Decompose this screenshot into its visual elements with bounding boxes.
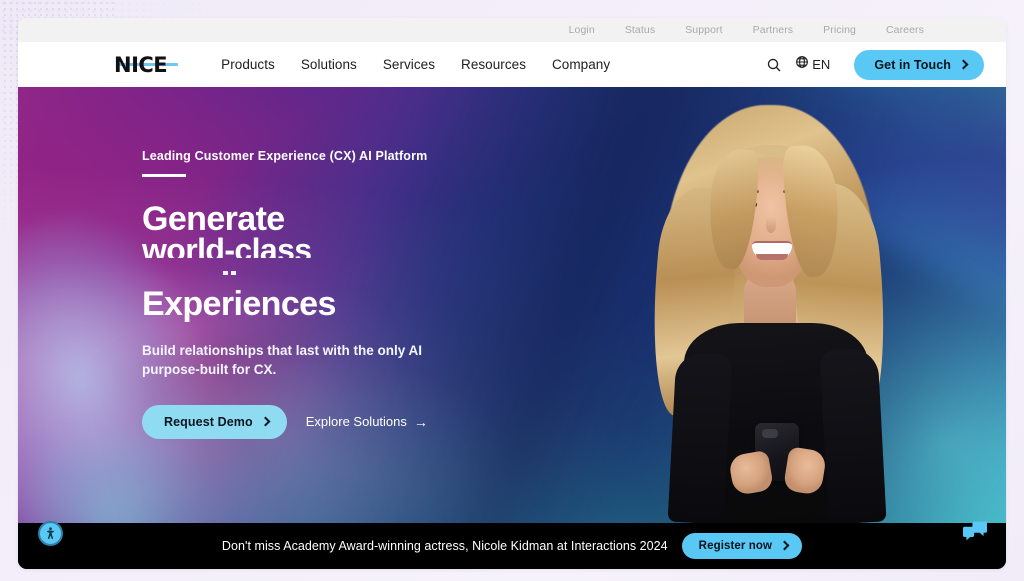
chevron-right-icon	[958, 59, 969, 69]
primary-nav: Products Solutions Services Resources Co…	[221, 57, 610, 72]
hero-eyebrow-rule	[142, 174, 186, 177]
chevron-right-icon	[779, 540, 790, 551]
hero-subhead: Build relationships that last with the o…	[142, 342, 423, 377]
request-demo-label: Request Demo	[164, 414, 253, 429]
request-demo-button[interactable]: Request Demo	[142, 404, 287, 439]
explore-solutions-label: Explore Solutions	[305, 414, 407, 430]
hero-headline: Generate world-class Experiences	[142, 201, 562, 322]
hero-headline-line-2: world-class	[142, 232, 312, 258]
utility-nav-item-login[interactable]: Login	[569, 24, 595, 36]
hero-headline-line-1: Generate	[142, 200, 285, 231]
globe-icon	[795, 55, 809, 74]
nav-item-products[interactable]: Products	[221, 57, 275, 72]
utility-nav-item-status[interactable]: Status	[625, 24, 655, 36]
hero-section: Leading Customer Experience (CX) AI Plat…	[18, 87, 1006, 569]
utility-nav-item-careers[interactable]: Careers	[886, 24, 924, 36]
browser-page: Login Status Support Partners Pricing Ca…	[0, 0, 1024, 581]
site-header: NICE Products Solutions Services Resourc…	[18, 42, 1006, 87]
hero-headline-animation-residue	[142, 258, 562, 284]
chevron-right-icon	[260, 416, 271, 427]
hero-model-image	[610, 87, 940, 569]
utility-nav: Login Status Support Partners Pricing Ca…	[18, 18, 1006, 42]
chat-bubble-icon[interactable]	[962, 518, 988, 544]
promo-banner: Don't miss Academy Award-winning actress…	[18, 523, 1006, 569]
nav-item-services[interactable]: Services	[383, 57, 435, 72]
hero-eyebrow: Leading Customer Experience (CX) AI Plat…	[142, 149, 428, 163]
arrow-right-icon: →	[413, 413, 428, 430]
website-viewport: Login Status Support Partners Pricing Ca…	[18, 18, 1006, 569]
language-selector[interactable]: EN	[795, 55, 830, 74]
nice-logo[interactable]: NICE	[114, 42, 178, 87]
nav-item-solutions[interactable]: Solutions	[301, 57, 357, 72]
nav-item-company[interactable]: Company	[552, 57, 610, 72]
language-label: EN	[812, 57, 831, 72]
register-now-button[interactable]: Register now	[681, 533, 803, 559]
hero-cta-row: Request Demo Explore Solutions →	[142, 404, 562, 439]
hero-copy: Leading Customer Experience (CX) AI Plat…	[142, 149, 562, 439]
accessibility-icon[interactable]	[38, 521, 63, 546]
hero-headline-line-3: Experiences	[142, 284, 336, 323]
get-in-touch-button[interactable]: Get in Touch	[854, 49, 984, 80]
nav-item-resources[interactable]: Resources	[461, 57, 526, 72]
utility-nav-item-support[interactable]: Support	[685, 24, 722, 36]
logo-text: NICE	[114, 52, 168, 77]
search-icon[interactable]	[763, 54, 785, 76]
header-actions: EN Get in Touch	[763, 49, 984, 80]
utility-nav-item-pricing[interactable]: Pricing	[823, 24, 856, 36]
register-now-label: Register now	[698, 540, 773, 552]
get-in-touch-label: Get in Touch	[874, 57, 951, 72]
promo-banner-text: Don't miss Academy Award-winning actress…	[221, 539, 668, 553]
explore-solutions-link[interactable]: Explore Solutions →	[306, 414, 428, 429]
utility-nav-item-partners[interactable]: Partners	[753, 24, 793, 36]
